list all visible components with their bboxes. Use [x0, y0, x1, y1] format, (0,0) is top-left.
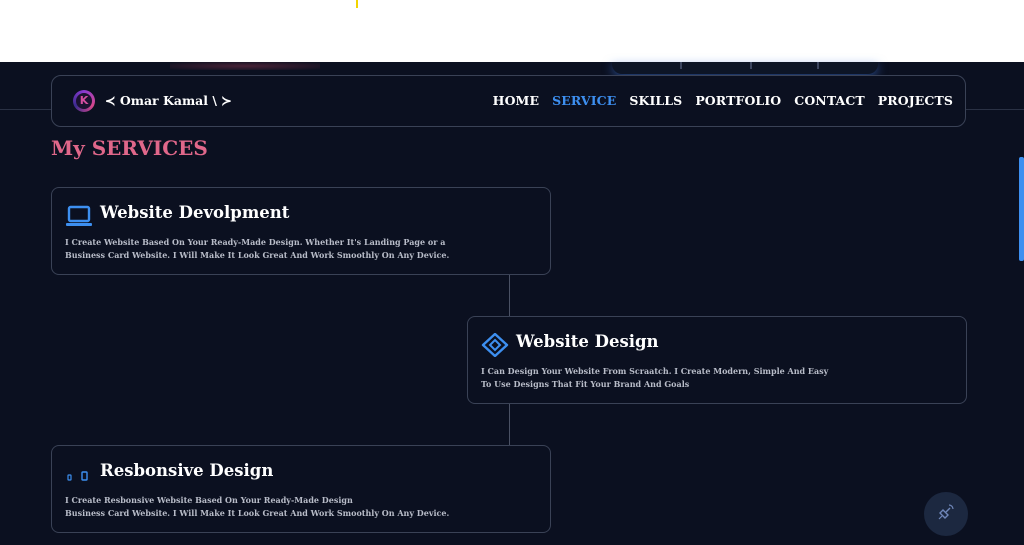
- hero-edge-mark: [680, 62, 682, 69]
- timeline-connector: [509, 404, 510, 445]
- devices-icon: [65, 462, 93, 486]
- logo-letter: K: [76, 93, 92, 109]
- yellow-marker: [356, 0, 358, 8]
- service-description-line: To Use Designs That Fit Your Brand And G…: [481, 379, 690, 389]
- nav-portfolio[interactable]: PORTFOLIO: [695, 93, 781, 108]
- laptop-icon: [65, 204, 93, 228]
- service-description-line: I Create Resbonsive Website Based On You…: [65, 495, 353, 505]
- service-description-line: Business Card Website. I Will Make It Lo…: [65, 508, 450, 518]
- nav-skills[interactable]: SKILLS: [629, 93, 682, 108]
- section-title: My SERVICES: [51, 136, 208, 160]
- service-description: I Create Resbonsive Website Based On You…: [65, 494, 535, 520]
- service-description: I Create Website Based On Your Ready-Mad…: [65, 236, 535, 262]
- service-description: I Can Design Your Website From Scraatch.…: [481, 365, 951, 391]
- service-title: Website Design: [516, 332, 659, 351]
- nav-projects[interactable]: PROJECTS: [878, 93, 953, 108]
- nav-service[interactable]: SERVICE: [552, 93, 616, 108]
- floating-action-button[interactable]: [924, 492, 968, 536]
- service-card-development: Website Devolpment I Create Website Base…: [51, 187, 551, 275]
- logo[interactable]: K: [73, 90, 95, 112]
- timeline-connector: [509, 275, 510, 316]
- satellite-icon: [937, 503, 955, 525]
- service-card-design: Website Design I Can Design Your Website…: [467, 316, 967, 404]
- service-title: Resbonsive Design: [100, 461, 274, 480]
- hero-edge-mark: [750, 62, 752, 69]
- service-description-line: I Can Design Your Website From Scraatch.…: [481, 366, 829, 376]
- service-title: Website Devolpment: [100, 203, 290, 222]
- nav-home[interactable]: HOME: [493, 93, 539, 108]
- top-white-band: [0, 0, 1024, 62]
- main-nav: HOME SERVICE SKILLS PORTFOLIO CONTACT PR…: [493, 93, 953, 108]
- nav-contact[interactable]: CONTACT: [794, 93, 865, 108]
- service-description-line: Business Card Website. I Will Make It Lo…: [65, 250, 450, 260]
- hero-image-edge: [612, 62, 878, 74]
- service-card-responsive: Resbonsive Design I Create Resbonsive We…: [51, 445, 551, 533]
- scrollbar-thumb[interactable]: [1019, 157, 1024, 261]
- navbar: K ≺ Omar Kamal \ ≻ HOME SERVICE SKILLS P…: [51, 75, 966, 127]
- decorative-glow: [170, 62, 320, 70]
- brand-name[interactable]: ≺ Omar Kamal \ ≻: [105, 93, 232, 108]
- service-description-line: I Create Website Based On Your Ready-Mad…: [65, 237, 446, 247]
- hero-edge-mark: [817, 62, 819, 69]
- design-diamond-icon: [481, 332, 509, 358]
